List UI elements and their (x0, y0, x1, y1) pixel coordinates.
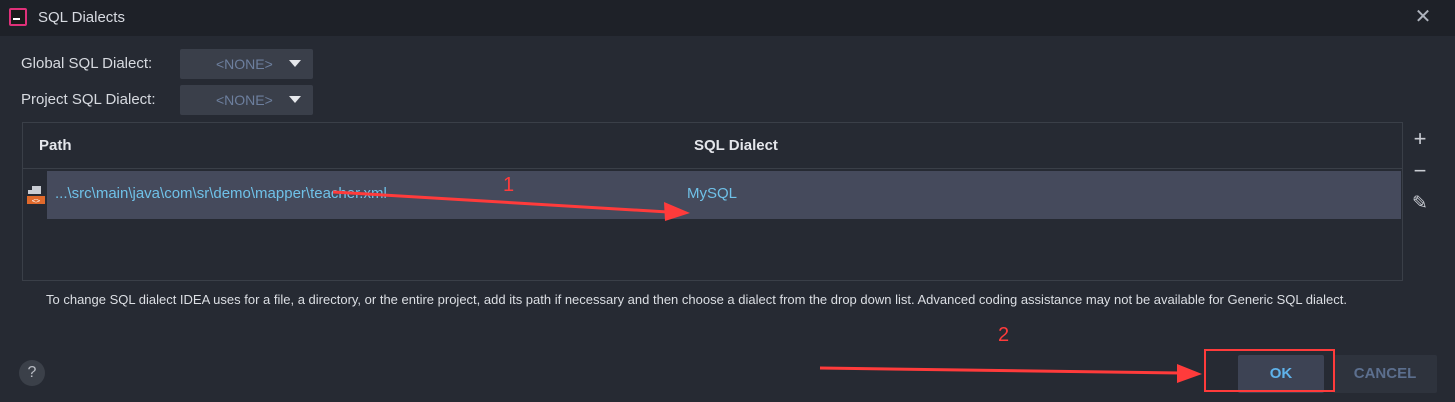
annotation-arrow-1-head (664, 202, 690, 221)
annotation-arrows (332, 190, 1202, 383)
annotation-arrow-1-line (332, 190, 669, 214)
annotation-arrow-2-head (1177, 364, 1202, 383)
annotation-arrow-2-line (819, 366, 1181, 375)
